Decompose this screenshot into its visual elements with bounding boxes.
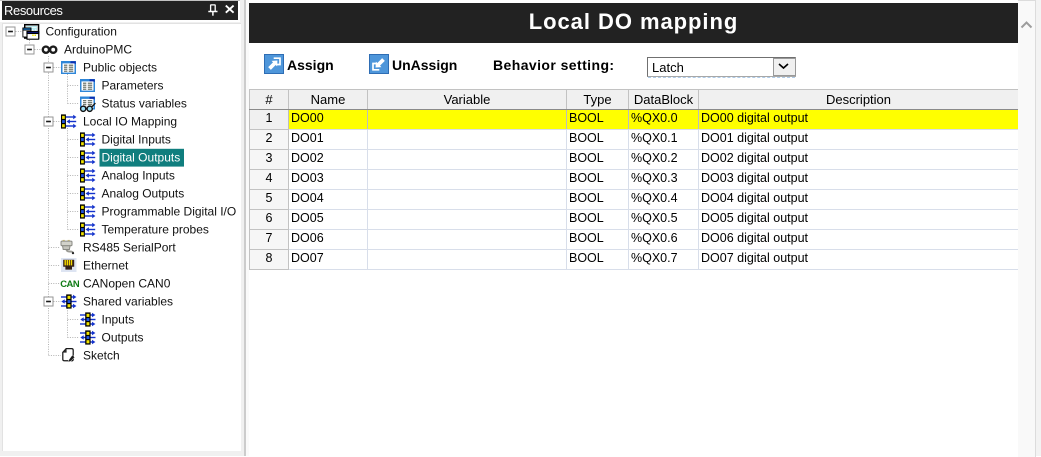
- svg-text:Outputs: Outputs: [102, 331, 144, 345]
- svg-text:Local IO Mapping: Local IO Mapping: [83, 115, 177, 129]
- svg-text:Analog Outputs: Analog Outputs: [102, 187, 185, 201]
- svg-text:Analog Inputs: Analog Inputs: [102, 169, 175, 183]
- svg-text:Digital Inputs: Digital Inputs: [102, 133, 171, 147]
- svg-text:RS485 SerialPort: RS485 SerialPort: [83, 241, 176, 255]
- svg-text:CANopen CAN0: CANopen CAN0: [83, 277, 171, 291]
- svg-text:Parameters: Parameters: [102, 79, 164, 93]
- svg-text:Status variables: Status variables: [102, 97, 187, 111]
- svg-text:Shared variables: Shared variables: [83, 295, 173, 309]
- svg-text:ArduinoPMC: ArduinoPMC: [64, 43, 132, 57]
- svg-text:Configuration: Configuration: [46, 25, 117, 39]
- svg-text:Inputs: Inputs: [102, 313, 135, 327]
- svg-text:Public objects: Public objects: [83, 61, 157, 75]
- svg-text:Digital Outputs: Digital Outputs: [102, 151, 181, 165]
- svg-text:Programmable Digital I/O: Programmable Digital I/O: [102, 205, 237, 219]
- svg-text:CAN: CAN: [60, 278, 80, 289]
- svg-text:Ethernet: Ethernet: [83, 259, 129, 273]
- svg-text:Temperature probes: Temperature probes: [102, 223, 209, 237]
- svg-text:Sketch: Sketch: [83, 349, 120, 363]
